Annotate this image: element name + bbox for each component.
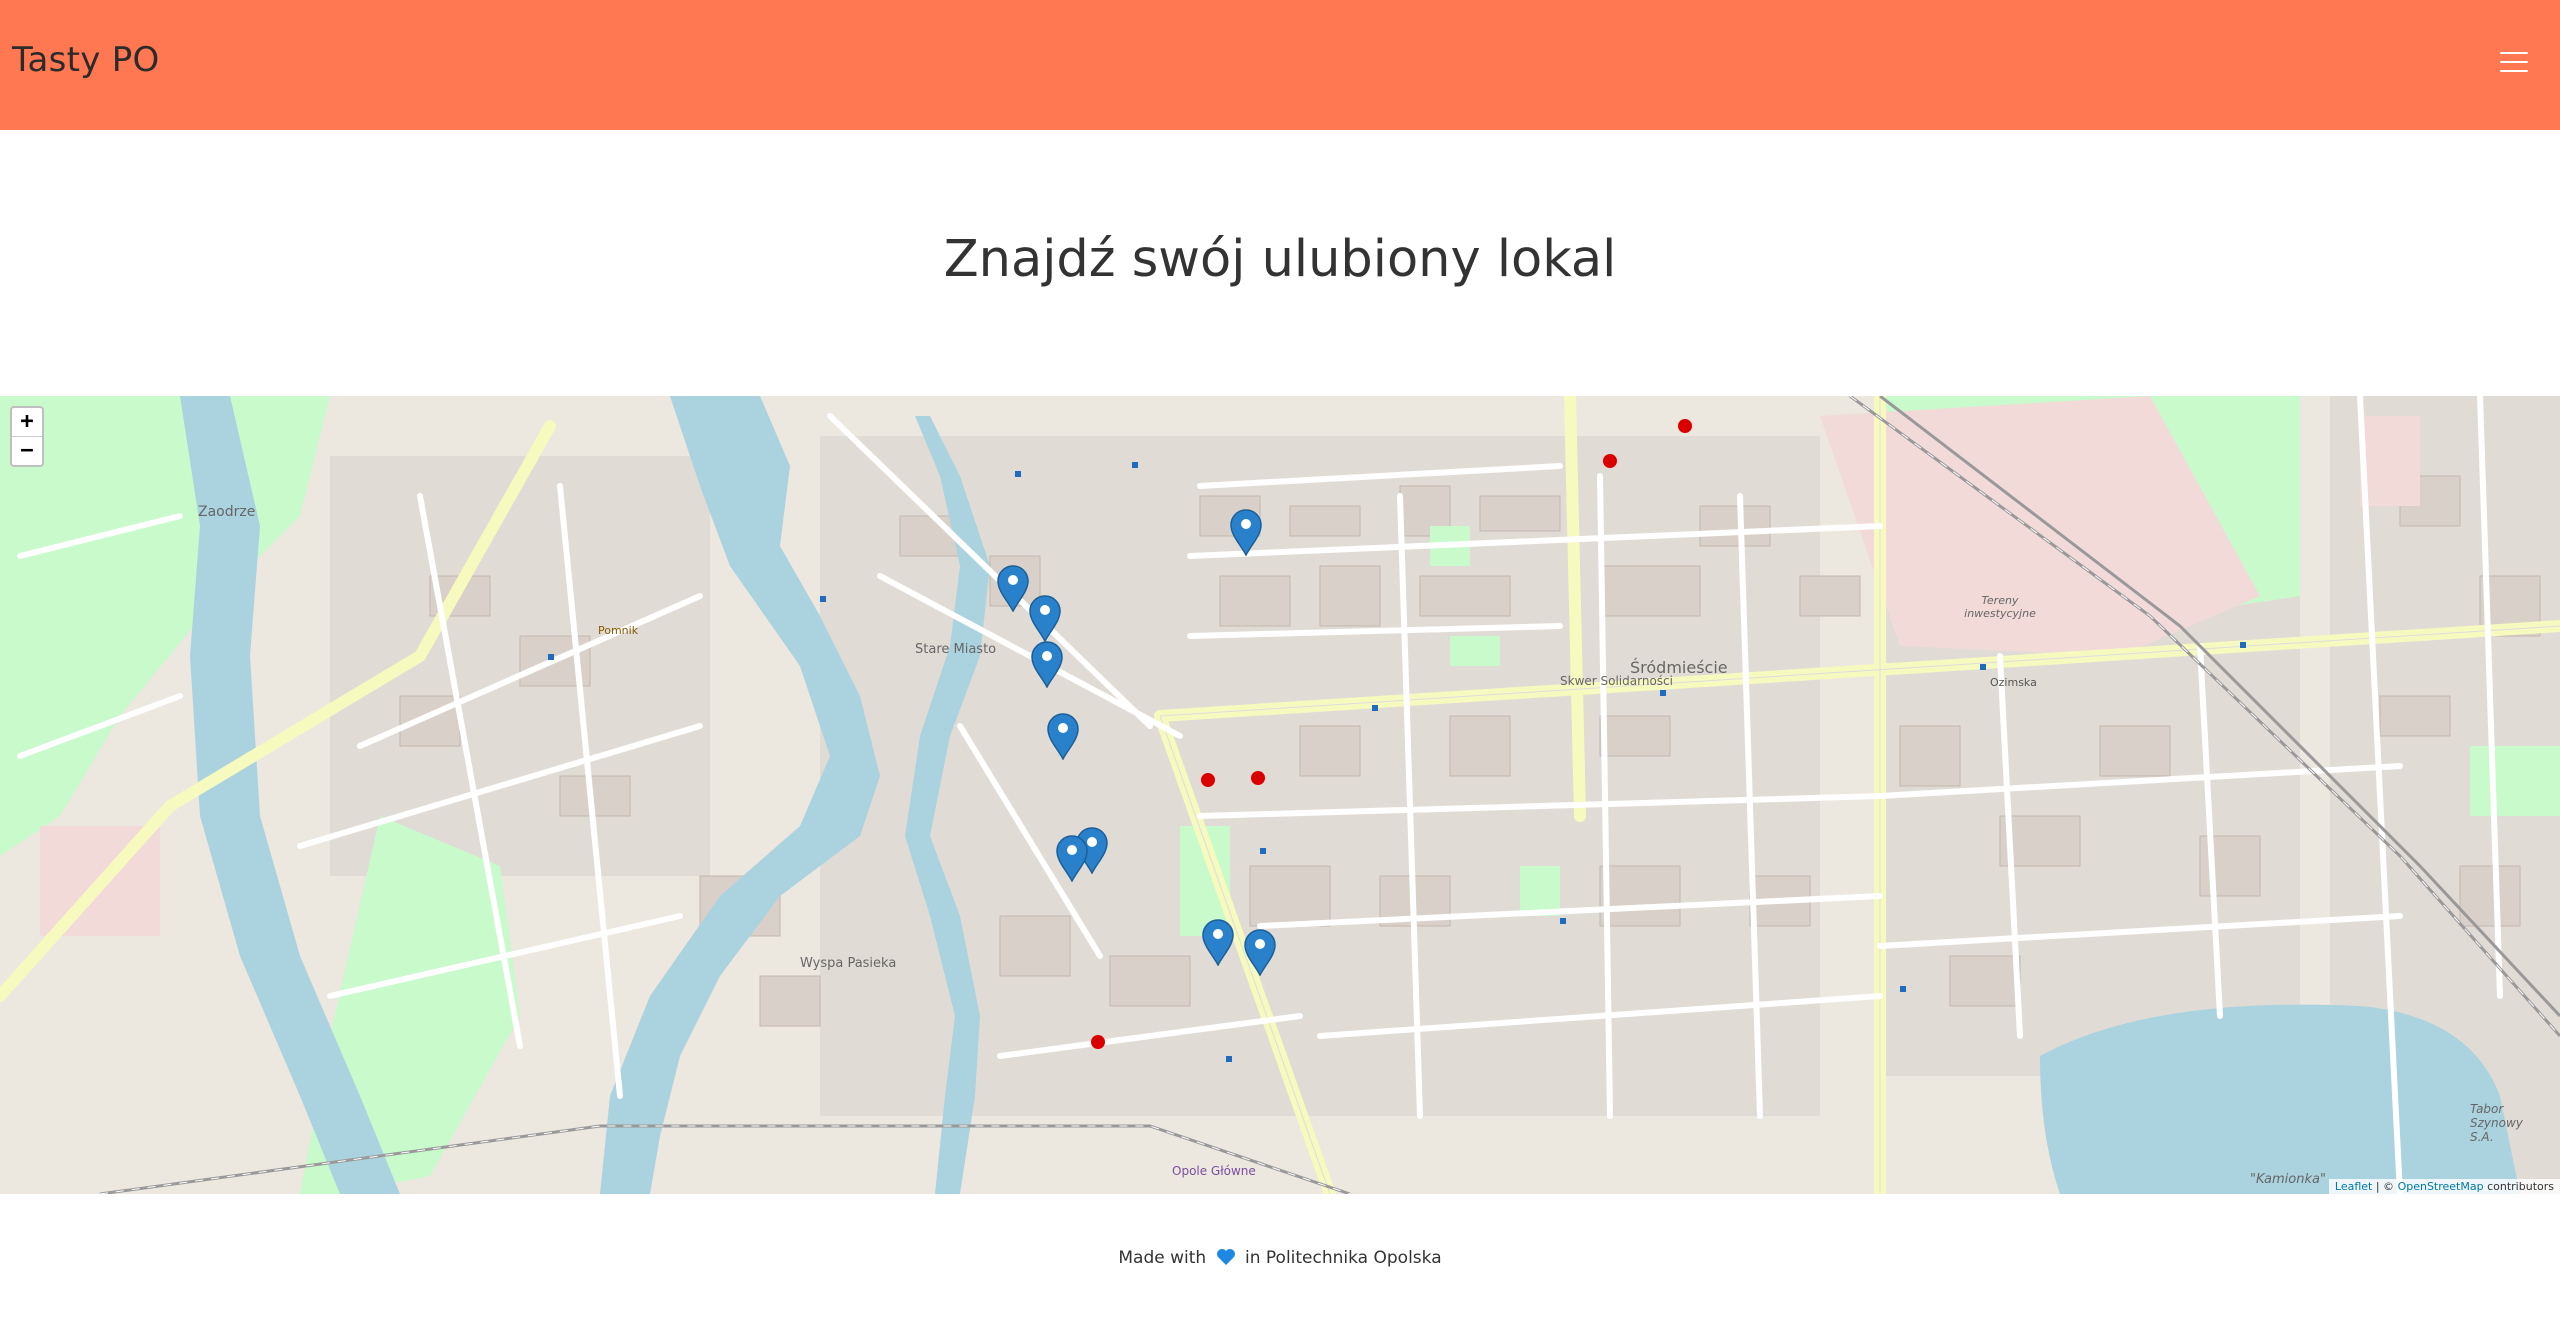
navbar: Tasty PO <box>0 0 2560 130</box>
map-marker-icon[interactable] <box>1242 928 1278 977</box>
footer-text-before: Made with <box>1118 1248 1207 1268</box>
brand-link[interactable]: Tasty PO <box>12 40 160 80</box>
zoom-in-button[interactable]: + <box>12 408 42 436</box>
map-marker-icon[interactable] <box>1045 712 1081 761</box>
map-label-skwer: Skwer Solidarności <box>1560 674 1673 688</box>
footer: Made with in Politechnika Opolska <box>0 1248 2560 1271</box>
zoom-out-button[interactable]: − <box>12 436 42 465</box>
map-marker-icon[interactable] <box>1054 834 1090 883</box>
map-label-zaodrze: Zaodrze <box>198 504 256 520</box>
hamburger-line <box>2500 61 2528 63</box>
hamburger-line <box>2500 52 2528 54</box>
map-marker-icon[interactable] <box>1027 594 1063 643</box>
map-marker-icon[interactable] <box>1200 918 1236 967</box>
openstreetmap-link[interactable]: OpenStreetMap <box>2398 1180 2484 1193</box>
map-label-opole-glowne: Opole Główne <box>1172 1164 1256 1178</box>
map-label-ozimska: Ozimska <box>1990 676 2037 689</box>
map-marker-icon[interactable] <box>1228 508 1264 557</box>
footer-text-after: in Politechnika Opolska <box>1245 1248 1442 1268</box>
map-label-kamionka: "Kamionka" <box>2250 1172 2326 1187</box>
leaflet-link[interactable]: Leaflet <box>2335 1180 2372 1193</box>
map-label-wyspa-pasieka: Wyspa Pasieka <box>800 956 897 971</box>
map-label-tabor: Tabor Szynowy S.A. <box>2470 1102 2523 1144</box>
map-attribution: Leaflet | © OpenStreetMap contributors <box>2328 1179 2560 1194</box>
map-marker-icon[interactable] <box>995 564 1031 613</box>
zoom-control: + − <box>10 406 44 467</box>
hamburger-menu-icon[interactable] <box>2500 52 2528 76</box>
blue-heart-icon <box>1216 1248 1236 1271</box>
map-label-pomnik: Pomnik <box>598 624 639 637</box>
map-label-stare-miasto: Stare Miasto <box>915 642 997 657</box>
hamburger-line <box>2500 70 2528 72</box>
map-marker-icon[interactable] <box>1029 640 1065 689</box>
map-tiles[interactable] <box>0 396 2560 1194</box>
map-label-tereny: Tereny inwestycyjne <box>1964 594 2036 620</box>
attribution-separator: | © <box>2375 1180 2395 1193</box>
map[interactable]: Zaodrze Śródmieście Wyspa Pasieka Stare … <box>0 396 2560 1194</box>
page-title: Znajdź swój ulubiony lokal <box>943 230 1617 289</box>
attribution-suffix: contributors <box>2487 1180 2554 1193</box>
